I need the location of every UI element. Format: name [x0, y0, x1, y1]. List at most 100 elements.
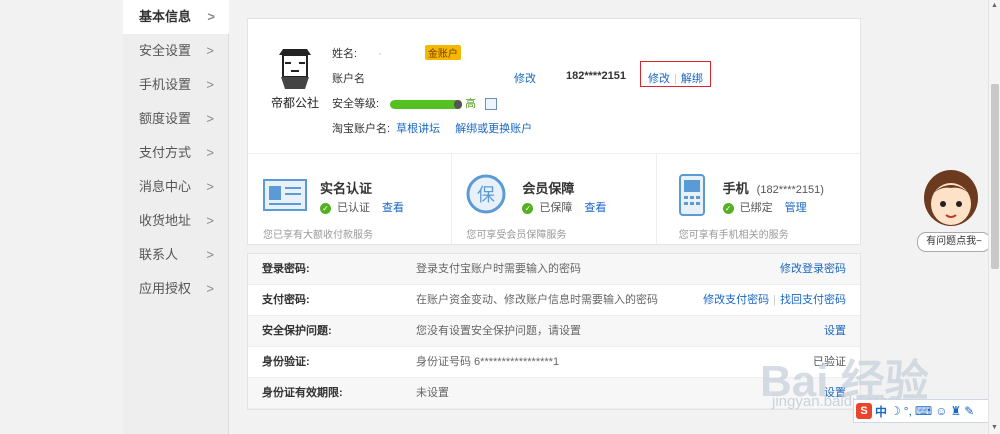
check-icon: ✓ — [320, 202, 331, 214]
sidebar-item-payment[interactable]: 支付方式 > — [123, 136, 228, 170]
security-level-row: 安全等级: 高 — [332, 95, 498, 111]
moon-icon[interactable]: ☽ — [890, 404, 901, 418]
svg-text:保: 保 — [477, 185, 495, 206]
taobao-change-link[interactable]: 解绑或更换账户 — [455, 123, 532, 135]
verify-title: 会员保障 — [522, 181, 575, 196]
verify-title: 实名认证 — [320, 181, 373, 196]
verify-title: 手机 (182****2151) — [722, 181, 824, 196]
row-label: 支付密码: — [262, 294, 310, 306]
taobao-account-link[interactable]: 草根讲坛 — [396, 123, 440, 135]
ime-toolbar: S 中 ☽ °, ⌨ ☺ ♜ ✎ — [853, 399, 1000, 423]
sidebar-item-basic-info[interactable]: 基本信息 > — [123, 0, 229, 34]
name-value: · — [378, 48, 382, 60]
sidebar-item-label: 基本信息 — [139, 9, 192, 24]
verify-realname: 实名认证 ✓ 已认证 查看 您已享有大额收付款服务 — [248, 154, 453, 244]
sidebar-item-contacts[interactable]: 联系人 > — [123, 238, 228, 272]
verify-manage-link[interactable]: 管理 — [785, 202, 807, 214]
row-desc: 身份证号码 6*****************1 — [416, 356, 560, 368]
row-label: 登录密码: — [262, 263, 310, 275]
verify-status: ✓ 已保障 查看 — [522, 199, 606, 215]
chevron-right-icon: > — [206, 213, 214, 228]
scroll-down-icon[interactable]: ▼ — [991, 424, 998, 431]
verify-desc: 您已享有大额收付款服务 — [263, 230, 373, 241]
chevron-right-icon: > — [206, 281, 214, 296]
row-desc: 登录支付宝账户时需要输入的密码 — [416, 263, 581, 275]
sidebar: 基本信息 > 安全设置 > 手机设置 > 额度设置 > 支付方式 > 消息中心 > 收货地址… — [123, 0, 229, 434]
helper-avatar[interactable] — [922, 168, 980, 230]
profile-section: 帝都公社 姓名: · 金账户 账户名 修改 182****2151 修改 | 解绑 … — [248, 19, 860, 154]
sidebar-item-limit[interactable]: 额度设置 > — [123, 102, 228, 136]
verify-view-link[interactable]: 查看 — [584, 202, 606, 214]
chevron-right-icon: > — [206, 111, 214, 126]
sogou-logo-icon[interactable]: S — [856, 403, 872, 419]
check-icon: ✓ — [522, 202, 534, 214]
sidebar-item-address[interactable]: 收货地址 > — [123, 204, 228, 238]
scroll-up-icon[interactable]: ▲ — [991, 2, 998, 9]
sidebar-item-security[interactable]: 安全设置 > — [123, 34, 228, 68]
row-desc: 您没有设置安全保护问题，请设置 — [416, 325, 581, 337]
scrollbar-thumb[interactable] — [991, 84, 999, 269]
phone-number: 182****2151 — [566, 70, 626, 82]
row-actions: 设置 — [824, 316, 846, 346]
row-actions: 修改支付密码 | 找回支付密码 — [703, 294, 846, 306]
sidebar-item-label: 手机设置 — [139, 77, 192, 92]
sidebar-item-label: 安全设置 — [139, 43, 192, 58]
sidebar-item-label: 应用授权 — [139, 281, 192, 296]
verify-status: ✓ 已绑定 管理 — [722, 199, 807, 215]
page-scrollbar[interactable]: ▲ ▼ — [988, 0, 1000, 434]
chevron-right-icon: > — [206, 247, 214, 262]
shirt-icon[interactable]: ♜ — [951, 404, 962, 418]
row-desc: 未设置 — [416, 387, 449, 399]
shield-bao-icon: 保 — [466, 174, 506, 217]
change-pay-password-link[interactable]: 修改支付密码 — [703, 294, 769, 306]
name-label: 姓名: — [332, 48, 358, 60]
phone-edit-link[interactable]: 修改 — [648, 73, 670, 85]
verify-phone-masked: (182****2151) — [756, 184, 824, 196]
avatar[interactable]: 帝都公社 — [263, 43, 327, 111]
mobile-phone-icon — [678, 174, 705, 219]
keyboard-icon[interactable]: ⌨ — [915, 404, 932, 418]
security-level-label: 安全等级: — [332, 98, 380, 110]
verify-status: ✓ 已认证 查看 — [320, 199, 404, 215]
sidebar-item-messages[interactable]: 消息中心 > — [123, 170, 228, 204]
security-level-text: 高 — [465, 98, 477, 110]
user-icon[interactable]: ☺ — [935, 404, 947, 418]
chevron-right-icon: > — [207, 9, 215, 24]
sidebar-item-label: 联系人 — [139, 247, 179, 262]
table-row: 支付密码: 在账户资金变动、修改账户信息时需要输入的密码 修改支付密码 | 找回支付… — [248, 285, 860, 316]
verify-protection: 保 会员保障 ✓ 已保障 查看 您可享受会员保障服务 — [452, 154, 657, 244]
set-security-question-link[interactable]: 设置 — [824, 325, 846, 337]
change-login-password-link[interactable]: 修改登录密码 — [780, 263, 846, 275]
sidebar-item-label: 额度设置 — [139, 111, 192, 126]
phone-unbind-link[interactable]: 解绑 — [681, 73, 703, 85]
row-actions: 修改登录密码 — [780, 254, 846, 284]
ime-mode-label[interactable]: 中 — [875, 403, 887, 420]
name-row: 姓名: · 金账户 — [332, 45, 461, 61]
account-label: 账户名 — [332, 73, 365, 85]
phone-actions: 修改 | 解绑 — [648, 73, 703, 85]
verify-desc: 您可享有手机相关的服务 — [678, 230, 789, 241]
check-icon: ✓ — [722, 202, 734, 214]
avatar-text: 帝都公社 — [271, 95, 319, 110]
recover-pay-password-link[interactable]: 找回支付密码 — [780, 294, 846, 306]
chevron-right-icon: > — [206, 43, 214, 58]
wrench-icon[interactable]: ✎ — [964, 404, 974, 418]
table-row: 安全保护问题: 您没有设置安全保护问题，请设置 设置 — [248, 316, 860, 347]
note-icon[interactable] — [485, 98, 498, 111]
help-bubble[interactable]: 有问题点我~ — [917, 232, 991, 252]
gold-account-badge[interactable]: 金账户 — [424, 45, 461, 60]
verify-view-link[interactable]: 查看 — [382, 202, 404, 214]
id-card-icon — [263, 179, 307, 214]
row-label: 身份验证: — [262, 356, 310, 368]
sidebar-item-phone[interactable]: 手机设置 > — [123, 68, 228, 102]
sidebar-item-app-auth[interactable]: 应用授权 > — [123, 272, 228, 306]
row-label: 身份证有效期限: — [262, 387, 343, 399]
verification-panel: 实名认证 ✓ 已认证 查看 您已享有大额收付款服务 保 会员保障 ✓ 已保障 查看 您可… — [248, 154, 860, 244]
verify-phone: 手机 (182****2151) ✓ 已绑定 管理 您可享有手机相关的服务 — [657, 154, 860, 244]
punctuation-icon[interactable]: °, — [904, 404, 912, 418]
table-row: 登录密码: 登录支付宝账户时需要输入的密码 修改登录密码 — [248, 254, 860, 285]
sidebar-item-label: 消息中心 — [139, 179, 192, 194]
verify-desc: 您可享受会员保障服务 — [466, 230, 567, 241]
account-edit-link[interactable]: 修改 — [514, 70, 536, 86]
account-card: 帝都公社 姓名: · 金账户 账户名 修改 182****2151 修改 | 解绑 … — [247, 18, 861, 245]
